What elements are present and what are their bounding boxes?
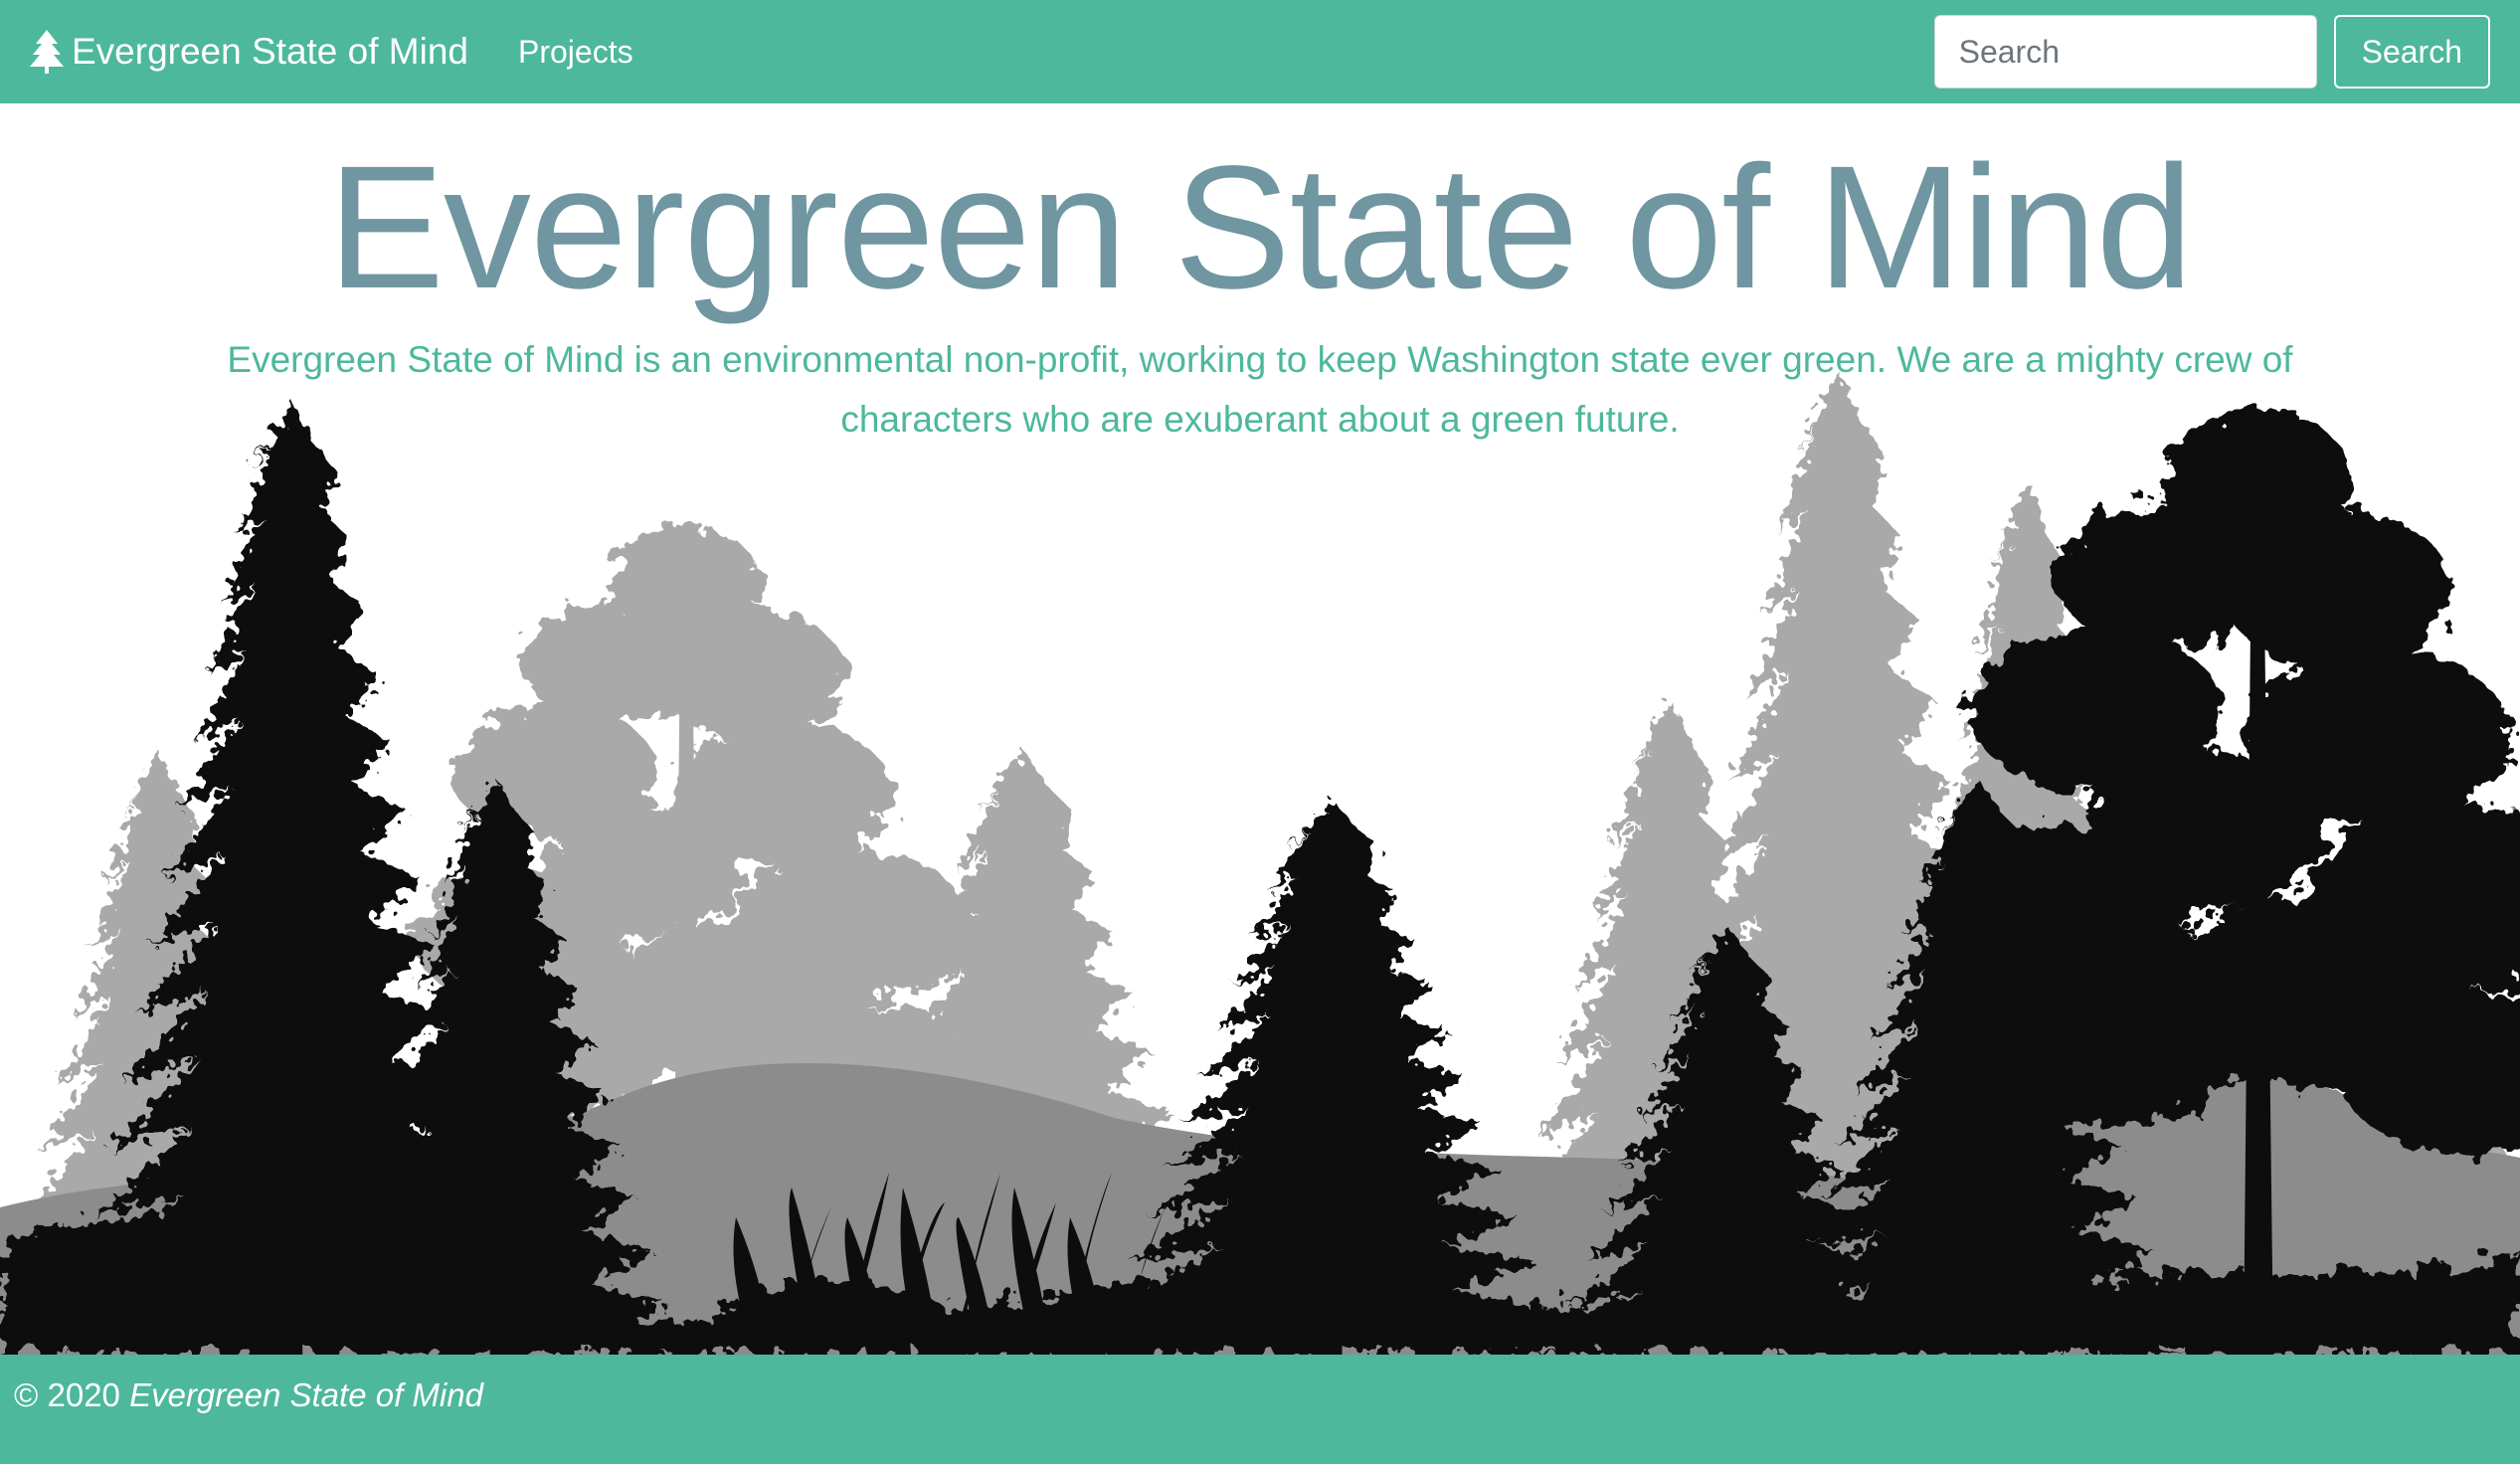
footer-org-name: Evergreen State of Mind	[129, 1376, 483, 1413]
footer-copyright: © 2020	[14, 1376, 120, 1413]
search-button[interactable]: Search	[2333, 15, 2490, 89]
search-input[interactable]	[1933, 15, 2317, 89]
hero-description: Evergreen State of Mind is an environmen…	[227, 339, 2293, 440]
tree-icon	[30, 30, 64, 74]
footer: © 2020 Evergreen State of Mind	[0, 1355, 2520, 1464]
hero-title: Evergreen State of Mind	[327, 130, 2194, 325]
nav-link-projects[interactable]: Projects	[518, 34, 633, 71]
hero-section: Evergreen State of Mind Evergreen State …	[0, 103, 2520, 1355]
brand-link[interactable]: Evergreen State of Mind	[30, 30, 468, 74]
brand-text: Evergreen State of Mind	[72, 31, 468, 72]
navbar: Evergreen State of Mind Projects Search	[0, 0, 2520, 103]
